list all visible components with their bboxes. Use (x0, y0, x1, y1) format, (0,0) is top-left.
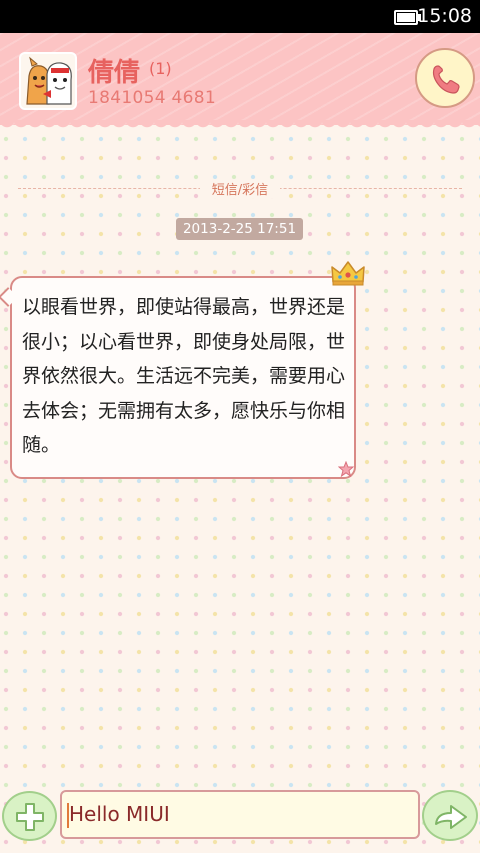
phone-icon (432, 65, 460, 94)
contact-name: 倩倩 (88, 58, 141, 88)
battery-icon (394, 10, 421, 25)
send-button[interactable] (422, 790, 478, 841)
message-text: 以眼看世界，即使站得最高，世界还是很小；以心看世界，即使身处局限，世界依然很大。… (22, 296, 346, 456)
unread-count: (1) (149, 59, 172, 78)
contact-avatar[interactable] (19, 52, 77, 110)
message-type-label: 短信/彩信 (200, 179, 280, 198)
star-icon (338, 461, 354, 477)
message-timestamp: 2013-2-25 17:51 (176, 218, 303, 240)
call-button[interactable] (415, 48, 475, 108)
contact-phone-number: 1841054 4681 (88, 88, 216, 108)
message-input-value[interactable]: Hello MIUI (69, 802, 170, 826)
send-arrow-icon (435, 805, 467, 829)
status-bar: 15:08 (0, 0, 480, 33)
add-attachment-button[interactable] (2, 791, 57, 841)
header-scallop-edge (0, 120, 480, 134)
plus-icon (16, 803, 44, 831)
status-time: 15:08 (417, 5, 472, 27)
crown-icon (331, 261, 365, 286)
